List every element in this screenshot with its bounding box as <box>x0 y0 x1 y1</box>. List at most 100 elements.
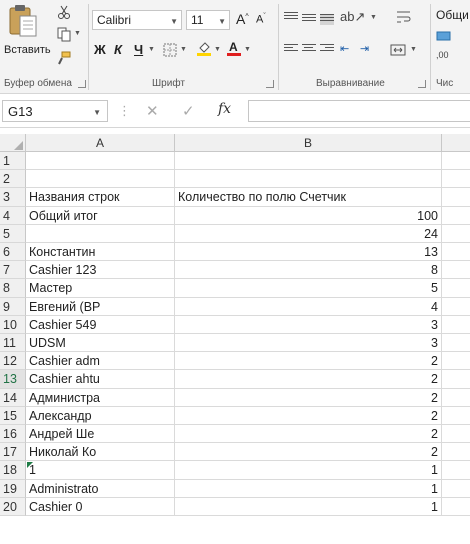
cell-c[interactable] <box>442 480 470 498</box>
cell-b[interactable]: 13 <box>175 243 442 262</box>
cell-b[interactable]: 1 <box>175 497 442 516</box>
underline-button[interactable]: Ч <box>134 42 143 57</box>
cell-c[interactable] <box>442 461 470 480</box>
cell-c[interactable] <box>442 370 470 389</box>
row-header[interactable]: 16 <box>0 425 26 444</box>
cell-c[interactable] <box>442 298 470 316</box>
row-header[interactable]: 17 <box>0 443 26 462</box>
insert-function-icon[interactable]: fx <box>218 101 231 117</box>
cell-a[interactable]: Николай Ко <box>26 443 175 462</box>
cell-c[interactable] <box>442 425 470 444</box>
cell-b[interactable]: 100 <box>175 206 442 225</box>
cell-c[interactable] <box>442 407 470 425</box>
select-all-button[interactable] <box>0 134 26 152</box>
cell-c[interactable] <box>442 352 470 371</box>
clipboard-launcher-icon[interactable] <box>78 80 86 88</box>
row-header[interactable]: 15 <box>0 406 26 425</box>
cell-a[interactable]: Cashier 123 <box>26 261 175 280</box>
fill-color-icon[interactable] <box>196 40 212 56</box>
align-right-icon[interactable] <box>320 44 334 55</box>
row-header[interactable]: 11 <box>0 334 26 353</box>
cell-b[interactable]: 2 <box>175 406 442 425</box>
cell-b[interactable] <box>175 152 442 171</box>
cell-b[interactable] <box>175 170 442 189</box>
cell-b[interactable]: 8 <box>175 261 442 280</box>
cell-a[interactable]: Андрей Ше <box>26 425 175 444</box>
cell-b[interactable]: 5 <box>175 279 442 298</box>
paste-icon[interactable] <box>8 4 38 38</box>
column-header-c[interactable] <box>442 134 470 152</box>
font-size-select[interactable]: 11 ▼ <box>186 10 230 30</box>
merge-center-icon[interactable] <box>390 42 406 58</box>
cell-b[interactable]: 2 <box>175 370 442 389</box>
cell-c[interactable] <box>442 170 470 189</box>
cancel-icon[interactable]: ✕ <box>146 102 159 120</box>
row-header[interactable]: 18 <box>0 461 26 480</box>
align-left-icon[interactable] <box>284 44 298 55</box>
cell-a[interactable]: UDSM <box>26 334 175 353</box>
cell-a[interactable]: Cashier 549 <box>26 315 175 334</box>
cell-c[interactable] <box>442 243 470 262</box>
cell-c[interactable] <box>442 443 470 462</box>
cell-b[interactable]: 2 <box>175 443 442 462</box>
cell-a[interactable] <box>26 152 175 171</box>
cell-c[interactable] <box>442 207 470 225</box>
enter-icon[interactable]: ✓ <box>182 102 195 120</box>
cell-c[interactable] <box>442 188 470 207</box>
cell-a[interactable]: Александр <box>26 406 175 425</box>
cut-icon[interactable] <box>56 4 72 20</box>
cell-c[interactable] <box>442 261 470 280</box>
bold-button[interactable]: Ж <box>94 42 106 57</box>
row-header[interactable]: 12 <box>0 352 26 371</box>
row-header[interactable]: 7 <box>0 261 26 280</box>
orientation-icon[interactable]: ab↗ <box>340 9 365 25</box>
accounting-format-icon[interactable] <box>436 28 452 44</box>
font-launcher-icon[interactable] <box>266 80 274 88</box>
column-header-a[interactable]: A <box>26 134 175 152</box>
alignment-launcher-icon[interactable] <box>418 80 426 88</box>
copy-dropdown-caret[interactable]: ▼ <box>74 30 81 37</box>
orientation-dropdown-caret[interactable]: ▼ <box>370 14 377 21</box>
cell-b[interactable]: Количество по полю Счетчик <box>175 188 442 207</box>
borders-icon[interactable] <box>162 42 178 58</box>
number-format-select[interactable]: Общи <box>436 8 469 22</box>
formula-bar-splitter-icon[interactable]: ⋮ <box>118 103 131 119</box>
cell-b[interactable]: 3 <box>175 334 442 353</box>
increase-decimal-icon[interactable]: ,00 <box>436 50 449 60</box>
error-indicator-icon[interactable] <box>27 462 33 469</box>
wrap-text-icon[interactable] <box>396 9 412 25</box>
cell-c[interactable] <box>442 334 470 353</box>
row-header[interactable]: 6 <box>0 243 26 262</box>
cell-a[interactable]: Cashier adm <box>26 352 175 371</box>
row-header[interactable]: 1 <box>0 152 26 171</box>
cell-a[interactable]: Названия строк <box>26 188 175 207</box>
align-top-icon[interactable] <box>284 12 298 23</box>
cell-c[interactable] <box>442 389 470 407</box>
column-header-b[interactable]: B <box>175 134 442 152</box>
cell-c[interactable] <box>442 152 470 171</box>
merge-dropdown-caret[interactable]: ▼ <box>410 46 417 53</box>
decrease-font-size-icon[interactable]: Aˇ <box>256 13 266 26</box>
cell-a[interactable]: Мастер <box>26 279 175 298</box>
underline-dropdown-caret[interactable]: ▼ <box>148 46 155 53</box>
row-header[interactable]: 14 <box>0 388 26 407</box>
increase-indent-icon[interactable]: ⇥ <box>360 42 369 55</box>
cell-a[interactable] <box>26 170 175 189</box>
cell-c[interactable] <box>442 279 470 298</box>
cell-a[interactable]: Евгений (ВР <box>26 297 175 316</box>
cell-b[interactable]: 3 <box>175 315 442 334</box>
cell-b[interactable]: 24 <box>175 224 442 243</box>
increase-font-size-icon[interactable]: A^ <box>236 11 249 27</box>
row-header[interactable]: 2 <box>0 170 26 189</box>
row-header[interactable]: 9 <box>0 297 26 316</box>
row-header[interactable]: 20 <box>0 497 26 516</box>
font-color-dropdown-caret[interactable]: ▼ <box>244 46 251 53</box>
font-color-icon[interactable]: A <box>226 40 242 56</box>
align-bottom-icon[interactable] <box>320 14 334 25</box>
row-header[interactable]: 10 <box>0 315 26 334</box>
cell-a[interactable]: Общий итог <box>26 206 175 225</box>
cell-a[interactable]: Cashier ahtu <box>26 370 175 389</box>
row-header[interactable]: 19 <box>0 479 26 498</box>
cell-b[interactable]: 2 <box>175 352 442 371</box>
borders-dropdown-caret[interactable]: ▼ <box>180 46 187 53</box>
